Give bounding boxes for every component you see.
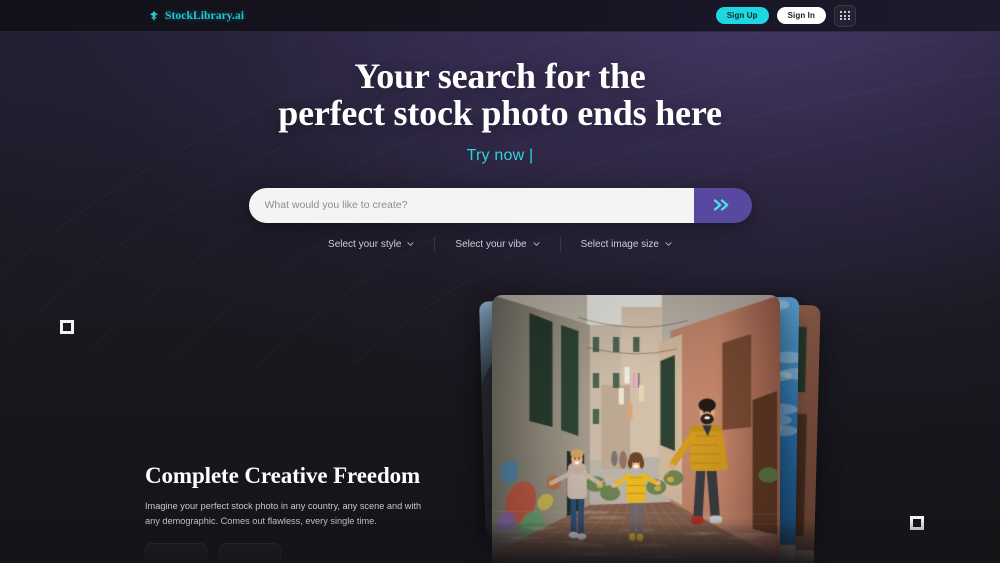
feature-title: Complete Creative Freedom bbox=[145, 463, 421, 488]
apps-menu-button[interactable] bbox=[834, 4, 856, 27]
headline-line-1: Your search for the bbox=[354, 56, 646, 96]
photo-card-main[interactable] bbox=[492, 295, 780, 563]
feature-description: Imagine your perfect stock photo in any … bbox=[145, 501, 422, 527]
apps-grid-icon bbox=[840, 10, 850, 21]
feature-action-secondary[interactable] bbox=[219, 543, 281, 563]
featured-photo bbox=[492, 295, 780, 563]
brand-name: StockLibrary.ai bbox=[165, 9, 245, 22]
search-bar bbox=[248, 187, 752, 223]
filter-select-style[interactable]: Select your style bbox=[308, 237, 434, 252]
sign-in-button[interactable]: Sign In bbox=[776, 7, 826, 24]
feature-action-row bbox=[145, 543, 445, 563]
search-input[interactable] bbox=[248, 187, 694, 223]
chevron-down-icon bbox=[407, 242, 415, 247]
bracket-bottom-right-icon bbox=[910, 516, 924, 530]
filter-vibe-label: Select your vibe bbox=[455, 238, 527, 250]
chevron-down-icon bbox=[665, 242, 672, 247]
crop-frame-brackets-right bbox=[910, 516, 967, 563]
sign-up-button[interactable]: Sign Up bbox=[715, 7, 769, 24]
hero-section: Your search for the perfect stock photo … bbox=[0, 32, 1000, 252]
feature-section: Complete Creative Freedom Imagine your p… bbox=[145, 463, 445, 563]
double-chevron-right-icon bbox=[713, 199, 728, 212]
top-navigation-bar: StockLibrary.ai Sign Up Sign In bbox=[0, 0, 1000, 32]
crop-frame-brackets-left bbox=[60, 320, 117, 378]
feature-action-primary[interactable] bbox=[145, 543, 207, 563]
filter-select-image-size[interactable]: Select image size bbox=[559, 236, 692, 252]
filter-row: Select your style Select your vibe Selec… bbox=[0, 236, 1000, 252]
headline-line-2: perfect stock photo ends here bbox=[278, 93, 722, 134]
filter-size-label: Select image size bbox=[580, 238, 659, 250]
filter-select-vibe[interactable]: Select your vibe bbox=[434, 236, 559, 252]
page-title: Your search for the perfect stock photo … bbox=[0, 56, 1000, 134]
filter-style-label: Select your style bbox=[328, 238, 402, 250]
try-now-tagline: Try now | bbox=[466, 146, 534, 164]
diamond-gem-icon bbox=[149, 10, 159, 21]
bracket-bottom-right-icon bbox=[60, 320, 74, 334]
header-actions: Sign Up Sign In bbox=[715, 4, 856, 27]
photo-card-stack bbox=[479, 295, 821, 563]
search-submit-button[interactable] bbox=[693, 187, 752, 223]
chevron-down-icon bbox=[532, 242, 540, 247]
brand-logo[interactable]: StockLibrary.ai bbox=[148, 10, 244, 22]
search-row bbox=[0, 187, 1000, 223]
